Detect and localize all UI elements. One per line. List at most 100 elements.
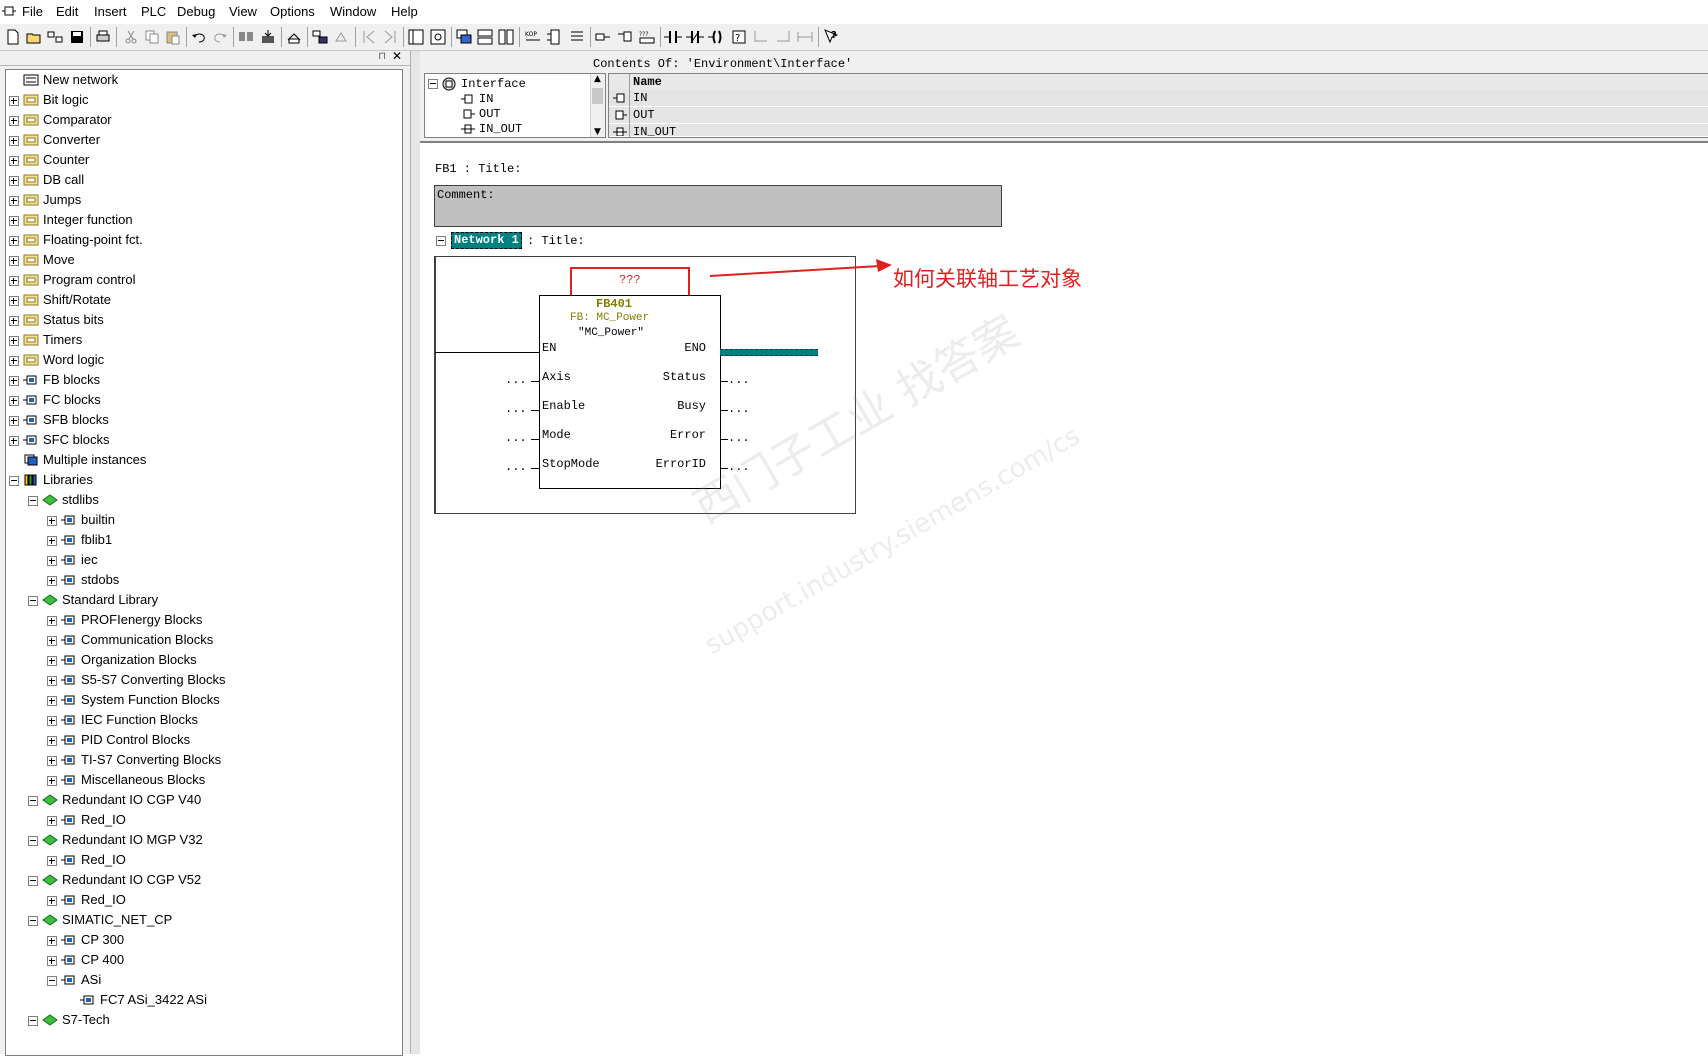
windows-cascade-icon[interactable] <box>455 28 473 46</box>
stopmode-param[interactable]: ... <box>505 460 527 474</box>
expand-icon[interactable] <box>9 336 19 346</box>
tree-item[interactable]: PID Control Blocks <box>6 731 396 749</box>
download-icon[interactable] <box>259 28 277 46</box>
menu-options[interactable]: Options <box>270 4 315 19</box>
interface-tree-root[interactable]: Interface <box>425 76 585 92</box>
tile-horizontal-icon[interactable] <box>476 28 494 46</box>
tree-item[interactable]: S7-Tech <box>6 1011 396 1029</box>
tree-item[interactable]: PROFIenergy Blocks <box>6 611 396 629</box>
expand-icon[interactable] <box>47 896 57 906</box>
expand-icon[interactable] <box>47 776 57 786</box>
expand-icon[interactable] <box>47 696 57 706</box>
save-icon[interactable] <box>68 28 86 46</box>
tree-item[interactable]: Multiple instances <box>6 451 396 469</box>
pane-pin-icon[interactable]: ⊓ <box>378 51 386 62</box>
tree-item[interactable]: DB call <box>6 171 396 189</box>
tile-vertical-icon[interactable] <box>497 28 515 46</box>
expand-icon[interactable] <box>9 436 19 446</box>
program-elements-icon[interactable] <box>311 28 329 46</box>
tree-item[interactable]: Miscellaneous Blocks <box>6 771 396 789</box>
expand-icon[interactable] <box>47 576 57 586</box>
tree-item[interactable]: Redundant IO CGP V52 <box>6 871 396 889</box>
tree-item[interactable]: SIMATIC_NET_CP <box>6 911 396 929</box>
axis-param[interactable]: ... <box>505 373 527 387</box>
expand-icon[interactable] <box>47 556 57 566</box>
close-branch-icon[interactable] <box>774 28 792 46</box>
tree-item[interactable]: fblib1 <box>6 531 396 549</box>
tree-item[interactable]: Bit logic <box>6 91 396 109</box>
tree-item[interactable]: Counter <box>6 151 396 169</box>
expand-icon[interactable] <box>9 396 19 406</box>
first-network-icon[interactable] <box>360 28 378 46</box>
expand-icon[interactable] <box>47 516 57 526</box>
expand-icon[interactable] <box>9 116 19 126</box>
expand-icon[interactable] <box>47 536 57 546</box>
accessible-nodes-icon[interactable] <box>46 28 64 46</box>
pane-close-icon[interactable]: ✕ <box>392 49 402 63</box>
menu-plc[interactable]: PLC <box>141 4 166 19</box>
expand-icon[interactable] <box>9 176 19 186</box>
coil-icon[interactable] <box>708 28 726 46</box>
collapse-icon[interactable] <box>28 876 38 886</box>
menu-debug[interactable]: Debug <box>177 4 215 19</box>
tree-item[interactable]: stdlibs <box>6 491 396 509</box>
expand-icon[interactable] <box>9 96 19 106</box>
expand-icon[interactable] <box>47 856 57 866</box>
menu-window[interactable]: Window <box>330 4 376 19</box>
expand-icon[interactable] <box>9 156 19 166</box>
tree-item[interactable]: System Function Blocks <box>6 691 396 709</box>
network-label[interactable]: Network 1 <box>451 232 522 249</box>
collapse-icon[interactable] <box>28 796 38 806</box>
tree-item[interactable]: Redundant IO MGP V32 <box>6 831 396 849</box>
expand-icon[interactable] <box>9 256 19 266</box>
tree-item[interactable]: S5-S7 Converting Blocks <box>6 671 396 689</box>
scroll-up-icon[interactable]: ▲ <box>594 74 601 84</box>
print-icon[interactable] <box>94 28 112 46</box>
expand-icon[interactable] <box>9 136 19 146</box>
block-comment-box[interactable]: Comment: <box>434 185 1002 227</box>
expand-icon[interactable] <box>9 276 19 286</box>
tree-item[interactable]: stdobs <box>6 571 396 589</box>
eno-wire[interactable] <box>720 349 818 356</box>
branch-icon[interactable] <box>616 28 634 46</box>
scroll-down-icon[interactable]: ▼ <box>594 127 601 137</box>
expand-icon[interactable] <box>47 656 57 666</box>
tree-item[interactable]: SFC blocks <box>6 431 396 449</box>
tree-item[interactable]: Jumps <box>6 191 396 209</box>
network-collapse-icon[interactable] <box>436 236 446 246</box>
expand-icon[interactable] <box>47 816 57 826</box>
tree-item[interactable]: Red_IO <box>6 811 396 829</box>
cut-icon[interactable] <box>122 28 140 46</box>
interface-row-in[interactable]: IN <box>609 90 1708 106</box>
tree-item[interactable]: Standard Library <box>6 591 396 609</box>
expand-icon[interactable] <box>9 416 19 426</box>
expand-icon[interactable] <box>47 716 57 726</box>
expand-icon[interactable] <box>47 736 57 746</box>
expand-icon[interactable] <box>9 216 19 226</box>
name-column-header[interactable]: Name <box>609 74 1708 91</box>
tree-item[interactable]: Shift/Rotate <box>6 291 396 309</box>
status-param[interactable]: ... <box>728 373 750 387</box>
menu-insert[interactable]: Insert <box>94 4 127 19</box>
tree-item[interactable]: SFB blocks <box>6 411 396 429</box>
expand-icon[interactable] <box>9 316 19 326</box>
tree-item[interactable]: iec <box>6 551 396 569</box>
busy-param[interactable]: ... <box>728 402 750 416</box>
tree-item[interactable]: CP 400 <box>6 951 396 969</box>
tree-item[interactable]: Status bits <box>6 311 396 329</box>
zoom-view-icon[interactable] <box>429 28 447 46</box>
collapse-icon[interactable] <box>47 976 57 986</box>
open-folder-icon[interactable] <box>25 28 43 46</box>
tree-item[interactable]: FB blocks <box>6 371 396 389</box>
interface-tree-out[interactable]: OUT <box>425 106 585 122</box>
redo-icon[interactable] <box>211 28 229 46</box>
expand-icon[interactable] <box>9 376 19 386</box>
menu-help[interactable]: Help <box>391 4 418 19</box>
open-branch-icon[interactable] <box>752 28 770 46</box>
tree-item[interactable]: TI-S7 Converting Blocks <box>6 751 396 769</box>
catalog-icon[interactable] <box>333 28 351 46</box>
expand-icon[interactable] <box>9 236 19 246</box>
tree-item[interactable]: FC blocks <box>6 391 396 409</box>
tree-item[interactable]: Redundant IO CGP V40 <box>6 791 396 809</box>
collapse-icon[interactable] <box>28 596 38 606</box>
